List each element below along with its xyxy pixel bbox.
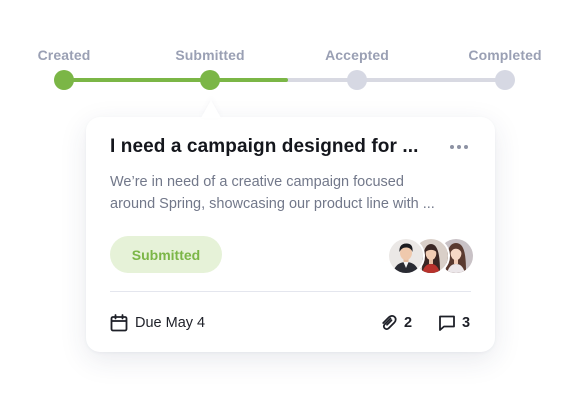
step-dot-submitted[interactable] — [200, 70, 220, 90]
progress-track-fill — [64, 78, 288, 82]
card-divider — [110, 291, 471, 292]
card-description: We’re in need of a creative campaign foc… — [110, 171, 460, 215]
card-title[interactable]: I need a campaign designed for ... — [110, 136, 419, 158]
step-label-accepted: Accepted — [325, 47, 389, 63]
card-pointer — [201, 100, 221, 118]
attachments-button[interactable]: 2 — [380, 313, 412, 333]
ellipsis-icon — [449, 145, 470, 149]
step-label-submitted: Submitted — [175, 47, 245, 63]
comment-icon — [439, 315, 455, 331]
attachments-count: 2 — [404, 315, 413, 331]
step-label-created: Created — [37, 47, 91, 63]
paperclip-icon — [382, 314, 397, 330]
assignee-avatars[interactable] — [387, 237, 475, 275]
description-line: around Spring, showcasing our product li… — [110, 196, 435, 212]
due-date-label: Due May 4 — [135, 315, 206, 331]
avatar[interactable] — [387, 237, 425, 275]
task-status-widget: Created Submitted Accepted Completed I n… — [0, 0, 580, 400]
due-date: Due May 4 — [110, 313, 205, 333]
step-dot-accepted[interactable] — [347, 70, 367, 90]
description-line: We’re in need of a creative campaign foc… — [110, 174, 404, 190]
step-dot-created[interactable] — [54, 70, 74, 90]
progress-tracker: Created Submitted Accepted Completed — [0, 0, 580, 100]
calendar-icon — [110, 314, 128, 332]
status-badge: Submitted — [110, 236, 222, 273]
comments-button[interactable]: 3 — [438, 313, 470, 333]
step-label-completed: Completed — [468, 47, 542, 63]
comments-count: 3 — [462, 315, 471, 331]
step-dot-completed[interactable] — [495, 70, 515, 90]
task-card[interactable]: I need a campaign designed for ... We’re… — [86, 117, 495, 352]
more-options-button[interactable] — [446, 137, 472, 157]
